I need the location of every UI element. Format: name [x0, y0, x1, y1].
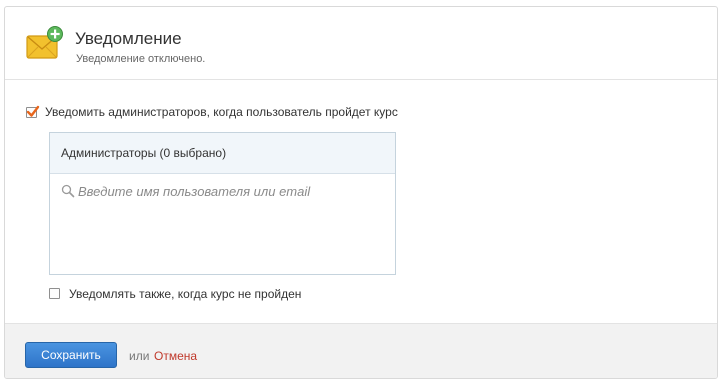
checkmark-icon: [26, 105, 40, 117]
status-subtitle: Уведомление отключено.: [76, 53, 206, 65]
admins-selector: Администраторы (0 выбрано): [49, 132, 396, 275]
panel-footer: Сохранить или Отмена: [5, 323, 717, 378]
search-icon: [61, 184, 75, 198]
cancel-link[interactable]: Отмена: [154, 349, 197, 363]
admins-title: Администраторы (0 выбрано): [61, 146, 227, 160]
panel-header: Уведомление Уведомление отключено.: [5, 7, 717, 80]
notify-failed-checkbox[interactable]: [49, 288, 60, 299]
notification-panel: Уведомление Уведомление отключено. Уведо…: [4, 6, 718, 379]
notify-admins-checkbox[interactable]: [26, 105, 40, 118]
notify-failed-label[interactable]: Уведомлять также, когда курс не пройден: [69, 287, 301, 301]
page-title: Уведомление: [75, 29, 182, 48]
admins-header: Администраторы (0 выбрано): [50, 133, 395, 174]
or-separator: или: [129, 349, 150, 363]
save-button[interactable]: Сохранить: [25, 342, 117, 368]
admin-search-input[interactable]: [78, 181, 378, 201]
notify-admins-label[interactable]: Уведомить администраторов, когда пользов…: [45, 105, 398, 119]
envelope-add-icon: [26, 26, 63, 59]
